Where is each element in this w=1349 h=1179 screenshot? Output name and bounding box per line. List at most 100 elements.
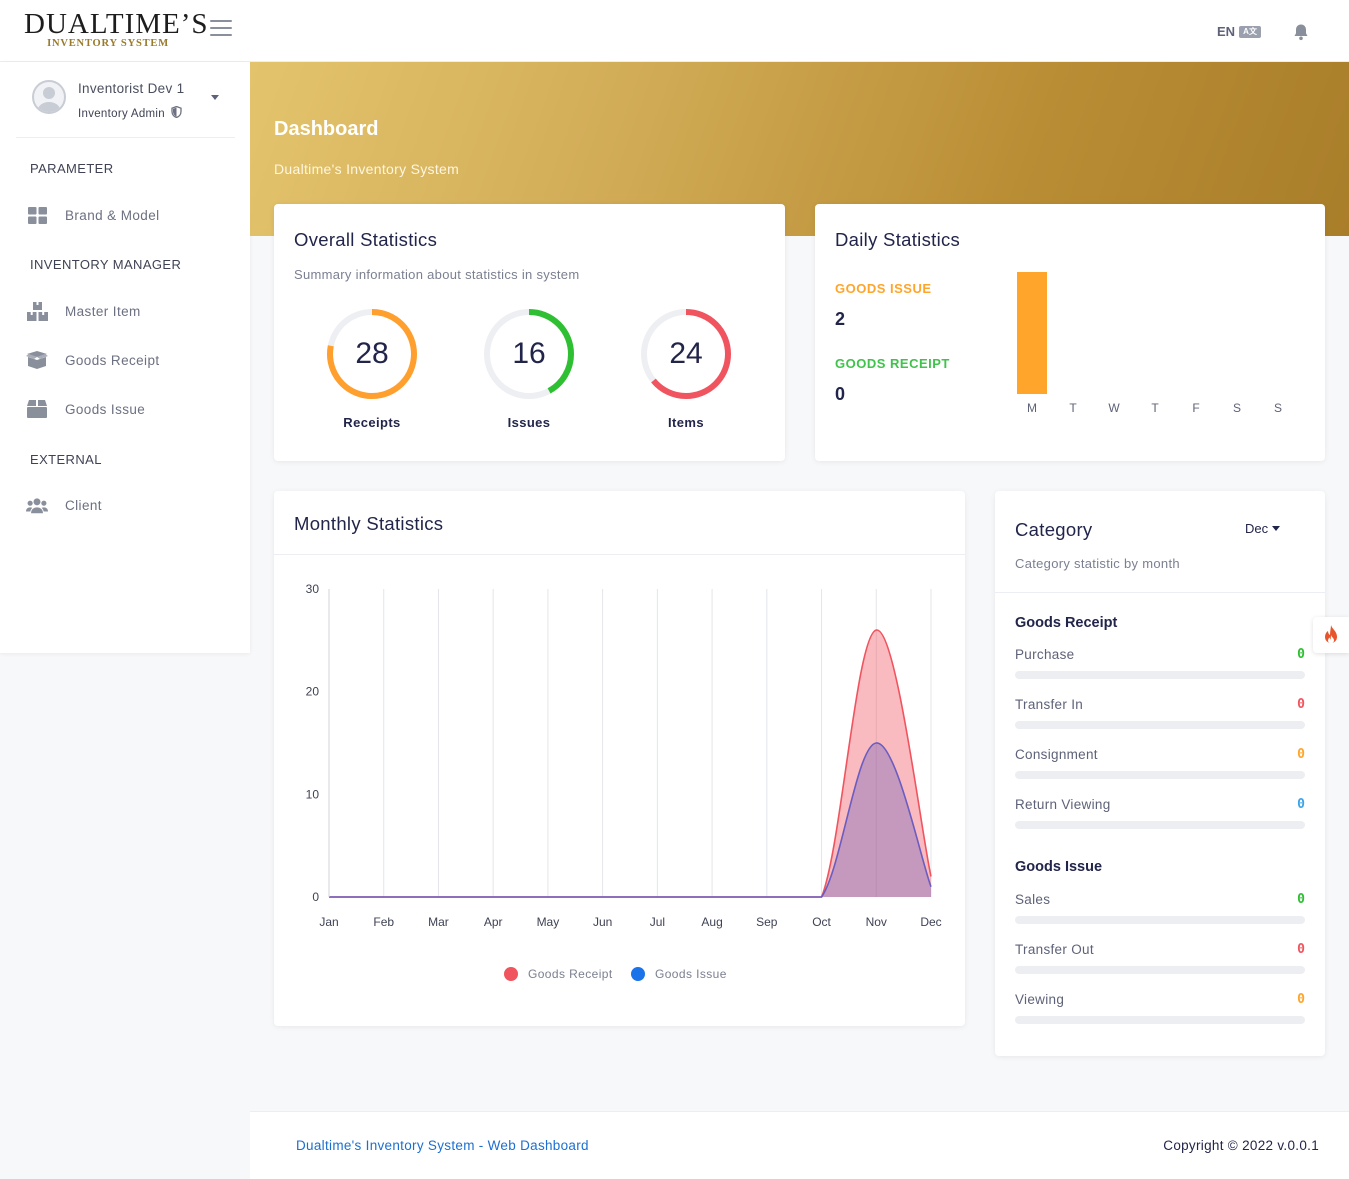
section-inventory-manager: INVENTORY MANAGER	[30, 257, 182, 272]
user-name: Inventorist Dev 1	[78, 81, 185, 96]
monthly-area-chart: Jan Feb Mar Apr May Jun Jul Aug Sep Oct Nov Dec 30 20…	[306, 582, 942, 929]
sidebar-item-brand-model[interactable]: Brand & Model	[26, 200, 236, 230]
x-tick-label: Nov	[866, 915, 887, 929]
box-icon	[26, 398, 48, 420]
category-name: Sales	[1015, 892, 1051, 907]
footer-copyright: Copyright © 2022 v.0.0.1	[1163, 1138, 1319, 1153]
category-value: 0	[1297, 892, 1305, 907]
progress-bar	[1015, 916, 1305, 924]
top-bar: DUALTIME’S INVENTORY SYSTEM EN A文	[0, 0, 1349, 62]
daily-tick-label: T	[1151, 401, 1159, 415]
x-tick-label: Mar	[428, 915, 449, 929]
logo-title: DUALTIME’S	[24, 8, 209, 40]
x-tick-label: Jan	[319, 915, 338, 929]
footer: Dualtime's Inventory System - Web Dashbo…	[250, 1111, 1349, 1179]
shield-icon	[171, 105, 183, 119]
legend-dot	[631, 967, 645, 981]
monthly-statistics-card: Monthly Statistics Jan Feb Mar Apr May Jun Jul…	[274, 491, 965, 1026]
x-tick-label: Dec	[920, 915, 941, 929]
open-box-icon	[26, 349, 48, 371]
sidebar-item-label: Goods Receipt	[65, 352, 160, 368]
boxes-icon	[26, 300, 48, 322]
sidebar-item-label: Client	[65, 497, 102, 513]
user-role-label: Inventory Admin	[78, 108, 165, 120]
daily-tick-label: M	[1027, 401, 1037, 415]
goods-issue-value: 2	[835, 309, 846, 329]
daily-tick-label: T	[1069, 401, 1077, 415]
menu-toggle-icon[interactable]	[210, 20, 232, 38]
x-tick-label: Jul	[650, 915, 665, 929]
chevron-down-icon	[1272, 526, 1281, 531]
x-tick-label: Oct	[812, 915, 831, 929]
flame-icon[interactable]	[1313, 617, 1349, 653]
legend-label: Goods Receipt	[528, 967, 613, 981]
month-select[interactable]: Dec	[1245, 521, 1281, 536]
sidebar-item-goods-receipt[interactable]: Goods Receipt	[26, 345, 236, 375]
divider	[274, 554, 965, 555]
category-name: Consignment	[1015, 747, 1098, 762]
receipts-donut: 28	[325, 307, 419, 401]
daily-bar	[1017, 272, 1047, 394]
progress-bar	[1015, 771, 1305, 779]
legend-goods-receipt[interactable]: Goods Receipt	[504, 967, 613, 981]
notification-bell-icon[interactable]	[1292, 23, 1310, 41]
card-title: Category	[1015, 519, 1093, 540]
sidebar-item-goods-issue[interactable]: Goods Issue	[26, 394, 236, 424]
x-tick-label: Feb	[373, 915, 394, 929]
language-switcher[interactable]: EN A文	[1217, 24, 1262, 39]
logo[interactable]: DUALTIME’S INVENTORY SYSTEM	[24, 8, 209, 50]
progress-bar	[1015, 1016, 1305, 1024]
footer-link[interactable]: Dualtime's Inventory System - Web Dashbo…	[296, 1138, 589, 1153]
grid-icon	[26, 204, 48, 226]
category-name: Purchase	[1015, 647, 1075, 662]
category-value: 0	[1297, 647, 1305, 662]
group-goods-receipt: Goods Receipt	[1015, 615, 1118, 631]
users-icon	[26, 494, 48, 516]
x-tick-label: Apr	[484, 915, 503, 929]
progress-bar	[1015, 671, 1305, 679]
issues-count: 16	[512, 337, 546, 370]
section-external: EXTERNAL	[30, 452, 102, 467]
user-role: Inventory Admin	[78, 105, 183, 120]
legend-goods-issue[interactable]: Goods Issue	[631, 967, 727, 981]
daily-tick-label: S	[1274, 401, 1282, 415]
sidebar-item-label: Master Item	[65, 303, 141, 319]
category-value: 0	[1297, 942, 1305, 957]
y-tick-label: 0	[312, 890, 319, 904]
card-subtitle: Summary information about statistics in …	[294, 267, 580, 282]
translate-icon: A文	[1239, 25, 1262, 38]
avatar	[32, 80, 66, 114]
user-profile[interactable]: Inventorist Dev 1 Inventory Admin	[16, 62, 235, 138]
x-tick-label: Sep	[756, 915, 778, 929]
goods-issue-label: GOODS ISSUE	[835, 281, 932, 296]
sidebar-item-master-item[interactable]: Master Item	[26, 296, 236, 326]
issues-donut: 16	[482, 307, 576, 401]
daily-tick-label: S	[1233, 401, 1241, 415]
progress-bar	[1015, 821, 1305, 829]
sidebar-item-label: Goods Issue	[65, 401, 146, 417]
card-title: Monthly Statistics	[294, 513, 444, 534]
x-tick-label: May	[537, 915, 560, 929]
card-title: Daily Statistics	[835, 229, 961, 250]
section-parameter: PARAMETER	[30, 161, 114, 176]
y-tick-label: 10	[306, 787, 320, 801]
category-card: Category Category statistic by month Goo…	[995, 491, 1325, 1056]
card-subtitle: Category statistic by month	[1015, 556, 1180, 571]
chevron-down-icon[interactable]	[211, 95, 219, 100]
category-value: 0	[1297, 747, 1305, 762]
category-value: 0	[1297, 992, 1305, 1007]
sidebar-item-client[interactable]: Client	[26, 490, 236, 520]
items-label: Items	[668, 415, 704, 430]
progress-bar	[1015, 966, 1305, 974]
legend-label: Goods Issue	[655, 967, 727, 981]
sidebar-item-label: Brand & Model	[65, 207, 160, 223]
y-tick-label: 30	[306, 582, 320, 596]
daily-bar-chart: MTWTFSS	[1017, 272, 1282, 415]
overall-statistics-card: Overall Statistics Summary information a…	[274, 204, 785, 461]
daily-statistics-card: Daily Statistics GOODS ISSUE 2 GOODS REC…	[815, 204, 1325, 461]
category-value: 0	[1297, 797, 1305, 812]
receipts-label: Receipts	[343, 415, 401, 430]
category-name: Viewing	[1015, 992, 1065, 1007]
category-value: 0	[1297, 697, 1305, 712]
page-title: Dashboard	[274, 118, 379, 140]
